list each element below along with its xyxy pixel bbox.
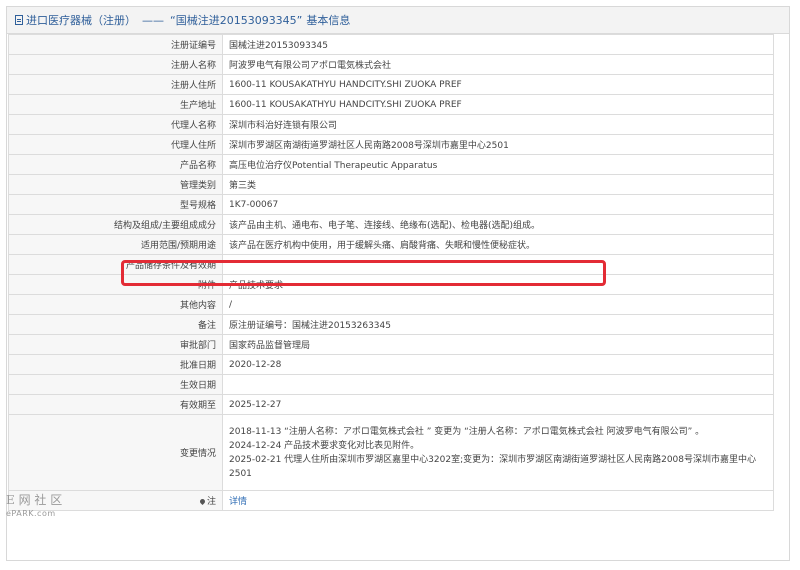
field-value: 该产品由主机、通电布、电子笔、连接线、绝缘布(选配)、检电器(选配)组成。 bbox=[222, 214, 774, 235]
table-row-highlighted: 适用范围/预期用途 该产品在医疗机构中使用，用于缓解头痛、肩酸背痛、失眠和慢性便… bbox=[8, 234, 774, 255]
table-row: 批准日期 2020-12-28 bbox=[8, 354, 774, 375]
table-row: 结构及组成/主要组成成分 该产品由主机、通电布、电子笔、连接线、绝缘布(选配)、… bbox=[8, 214, 774, 235]
field-value: 国械注进20153093345 bbox=[222, 34, 774, 55]
table-row: 产品储存条件及有效期 bbox=[8, 254, 774, 275]
field-label: 生效日期 bbox=[8, 374, 223, 395]
watermark-sub: ePARK.com bbox=[6, 509, 56, 518]
field-label: 代理人住所 bbox=[8, 134, 223, 155]
note-label: 注 bbox=[206, 497, 216, 507]
field-label: 管理类别 bbox=[8, 174, 223, 195]
table-row-note: 注 详情 bbox=[8, 490, 774, 511]
category-title: 进口医疗器械（注册） bbox=[26, 14, 136, 27]
field-label: 附件 bbox=[8, 274, 223, 295]
change-line: 2025-02-21 代理人住所由深圳市罗湖区嘉里中心3202室;变更为：深圳市… bbox=[229, 454, 757, 479]
field-value: 产品技术要求 bbox=[222, 274, 774, 295]
change-history-value: 2018-11-13 “注册人名称：アポロ電気株式会社 ” 变更为 “注册人名称… bbox=[222, 414, 774, 491]
field-label: 有效期至 bbox=[8, 394, 223, 415]
basic-info-label: 基本信息 bbox=[306, 14, 351, 27]
table-row: 注册人名称 阿波罗电气有限公司アポロ電気株式会社 bbox=[8, 54, 774, 75]
table-row: 代理人住所 深圳市罗湖区南湖街道罗湖社区人民南路2008号深圳市嘉里中心2501 bbox=[8, 134, 774, 155]
field-label: 代理人名称 bbox=[8, 114, 223, 135]
field-label: 注册证编号 bbox=[8, 34, 223, 55]
change-line: 2018-11-13 “注册人名称：アポロ電気株式会社 ” 变更为 “注册人名称… bbox=[229, 426, 705, 437]
field-label: 产品储存条件及有效期 bbox=[8, 254, 223, 275]
field-label: 变更情况 bbox=[8, 414, 223, 491]
field-value: 深圳市罗湖区南湖街道罗湖社区人民南路2008号深圳市嘉里中心2501 bbox=[222, 134, 774, 155]
pin-icon bbox=[198, 497, 207, 506]
field-value: / bbox=[222, 294, 774, 315]
field-label: 批准日期 bbox=[8, 354, 223, 375]
table-row: 型号规格 1K7-00067 bbox=[8, 194, 774, 215]
document-icon bbox=[15, 15, 23, 25]
field-label: 型号规格 bbox=[8, 194, 223, 215]
watermark: E 网 社 区 ePARK.com bbox=[6, 494, 62, 520]
field-value: 原注册证编号：国械注进20153263345 bbox=[222, 314, 774, 335]
details-link[interactable]: 详情 bbox=[229, 497, 247, 507]
field-value: 该产品在医疗机构中使用，用于缓解头痛、肩酸背痛、失眠和慢性便秘症状。 bbox=[222, 234, 774, 255]
field-label: 审批部门 bbox=[8, 334, 223, 355]
field-value: 1600-11 KOUSAKATHYU HANDCITY.SHI ZUOKA P… bbox=[222, 74, 774, 95]
field-value: 第三类 bbox=[222, 174, 774, 195]
field-value: 国家药品监督管理局 bbox=[222, 334, 774, 355]
table-row: 生产地址 1600-11 KOUSAKATHYU HANDCITY.SHI ZU… bbox=[8, 94, 774, 115]
field-value: 2020-12-28 bbox=[222, 354, 774, 375]
table-row-change-history: 变更情况 2018-11-13 “注册人名称：アポロ電気株式会社 ” 变更为 “… bbox=[8, 414, 774, 491]
table-row: 产品名称 高压电位治疗仪Potential Therapeutic Appara… bbox=[8, 154, 774, 175]
device-info-table: 注册证编号 国械注进20153093345 注册人名称 阿波罗电气有限公司アポロ… bbox=[8, 34, 774, 511]
field-value: 1K7-00067 bbox=[222, 194, 774, 215]
field-value: 2025-12-27 bbox=[222, 394, 774, 415]
field-value: 1600-11 KOUSAKATHYU HANDCITY.SHI ZUOKA P… bbox=[222, 94, 774, 115]
title-separator: —— bbox=[142, 13, 164, 27]
field-label: 适用范围/预期用途 bbox=[8, 234, 223, 255]
table-row: 注册证编号 国械注进20153093345 bbox=[8, 34, 774, 55]
field-label: 生产地址 bbox=[8, 94, 223, 115]
field-label: 注册人名称 bbox=[8, 54, 223, 75]
registration-title: “国械注进20153093345” bbox=[170, 14, 303, 27]
change-line: 2024-12-24 产品技术要求变化对比表见附件。 bbox=[229, 440, 420, 451]
table-row: 备注 原注册证编号：国械注进20153263345 bbox=[8, 314, 774, 335]
field-value bbox=[222, 374, 774, 395]
field-value bbox=[222, 254, 774, 275]
field-label: 产品名称 bbox=[8, 154, 223, 175]
field-value: 阿波罗电气有限公司アポロ電気株式会社 bbox=[222, 54, 774, 75]
field-label: 备注 bbox=[8, 314, 223, 335]
field-label: 注册人住所 bbox=[8, 74, 223, 95]
table-row: 其他内容 / bbox=[8, 294, 774, 315]
field-label: 结构及组成/主要组成成分 bbox=[8, 214, 223, 235]
table-row: 审批部门 国家药品监督管理局 bbox=[8, 334, 774, 355]
table-row: 代理人名称 深圳市科治好连锁有限公司 bbox=[8, 114, 774, 135]
field-value: 高压电位治疗仪Potential Therapeutic Apparatus bbox=[222, 154, 774, 175]
table-row: 生效日期 bbox=[8, 374, 774, 395]
panel-title-bar: 进口医疗器械（注册） —— “国械注进20153093345” 基本信息 bbox=[7, 7, 789, 34]
table-row: 注册人住所 1600-11 KOUSAKATHYU HANDCITY.SHI Z… bbox=[8, 74, 774, 95]
field-label: 其他内容 bbox=[8, 294, 223, 315]
watermark-chars: E 网 社 区 bbox=[6, 493, 63, 507]
table-row: 有效期至 2025-12-27 bbox=[8, 394, 774, 415]
field-value: 深圳市科治好连锁有限公司 bbox=[222, 114, 774, 135]
table-row: 附件 产品技术要求 bbox=[8, 274, 774, 295]
field-value: 详情 bbox=[222, 490, 774, 511]
table-row: 管理类别 第三类 bbox=[8, 174, 774, 195]
